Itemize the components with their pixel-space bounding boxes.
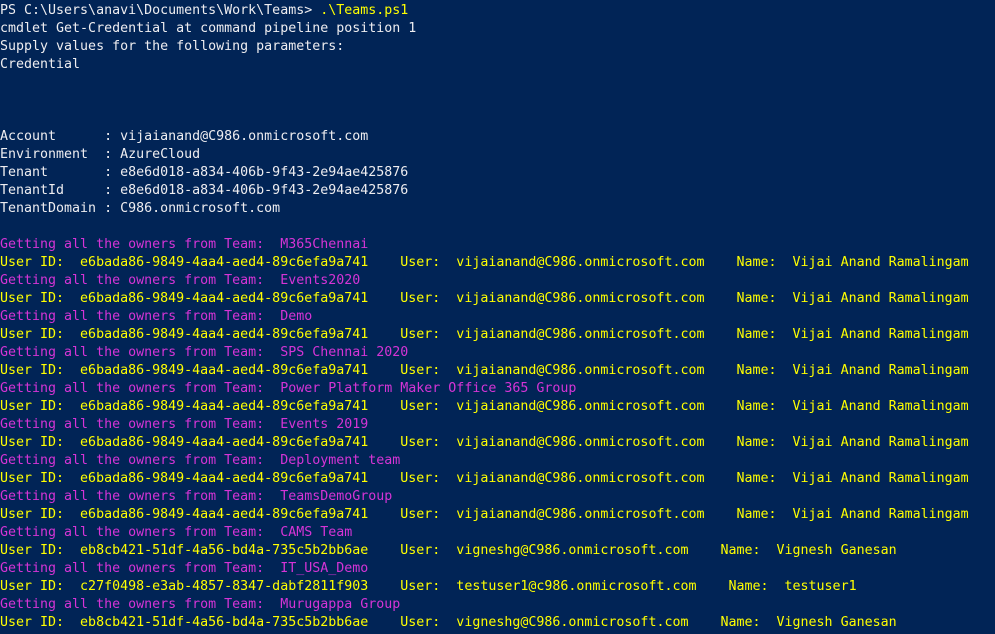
team-owner-header: Getting all the owners from Team: Events…: [0, 273, 361, 288]
intro-line: Supply values for the following paramete…: [0, 39, 345, 54]
owner-user-line: User ID: e6bada86-9849-4aa4-aed4-89c6efa…: [0, 291, 969, 306]
team-owner-header: Getting all the owners from Team: Power …: [0, 381, 577, 396]
account-info-line: Environment : AzureCloud: [0, 147, 201, 162]
prompt-line: PS C:\Users\anavi\Documents\Work\Teams> …: [0, 2, 995, 20]
team-owner-header: Getting all the owners from Team: Muruga…: [0, 597, 401, 612]
account-info-line: Account : vijaianand@C986.onmicrosoft.co…: [0, 129, 369, 144]
intro-line: cmdlet Get-Credential at command pipelin…: [0, 21, 417, 36]
owner-user-line: User ID: e6bada86-9849-4aa4-aed4-89c6efa…: [0, 327, 969, 342]
team-owner-header: Getting all the owners from Team: M365Ch…: [0, 237, 369, 252]
team-owner-header: Getting all the owners from Team: Events…: [0, 417, 369, 432]
owner-user-line: User ID: e6bada86-9849-4aa4-aed4-89c6efa…: [0, 435, 969, 450]
intro-line: Credential: [0, 57, 81, 72]
team-owner-header: Getting all the owners from Team: IT_USA…: [0, 561, 369, 576]
prompt-path: PS C:\Users\anavi\Documents\Work\Teams>: [0, 3, 321, 18]
owner-user-line: User ID: e6bada86-9849-4aa4-aed4-89c6efa…: [0, 507, 969, 522]
team-owner-header: Getting all the owners from Team: CAMS T…: [0, 525, 353, 540]
owner-user-line: User ID: c27f0498-e3ab-4857-8347-dabf281…: [0, 579, 857, 594]
owner-user-line: User ID: e6bada86-9849-4aa4-aed4-89c6efa…: [0, 255, 969, 270]
owner-user-line: User ID: e6bada86-9849-4aa4-aed4-89c6efa…: [0, 399, 969, 414]
owner-user-line: User ID: e6bada86-9849-4aa4-aed4-89c6efa…: [0, 471, 969, 486]
owner-user-line: User ID: eb8cb421-51df-4a56-bd4a-735c5b2…: [0, 615, 897, 630]
owner-user-line: User ID: eb8cb421-51df-4a56-bd4a-735c5b2…: [0, 543, 897, 558]
account-info-line: TenantId : e8e6d018-a834-406b-9f43-2e94a…: [0, 183, 409, 198]
team-owner-header: Getting all the owners from Team: SPS Ch…: [0, 345, 409, 360]
team-owner-header: Getting all the owners from Team: Demo: [0, 309, 313, 324]
team-owner-header: Getting all the owners from Team: Deploy…: [0, 453, 401, 468]
prompt-command: .\Teams.ps1: [320, 3, 409, 18]
team-owner-header: Getting all the owners from Team: TeamsD…: [0, 489, 393, 504]
account-info-line: TenantDomain : C986.onmicrosoft.com: [0, 201, 281, 216]
powershell-console[interactable]: PS C:\Users\anavi\Documents\Work\Teams> …: [0, 0, 995, 634]
owner-user-line: User ID: e6bada86-9849-4aa4-aed4-89c6efa…: [0, 363, 969, 378]
account-info-line: Tenant : e8e6d018-a834-406b-9f43-2e94ae4…: [0, 165, 409, 180]
